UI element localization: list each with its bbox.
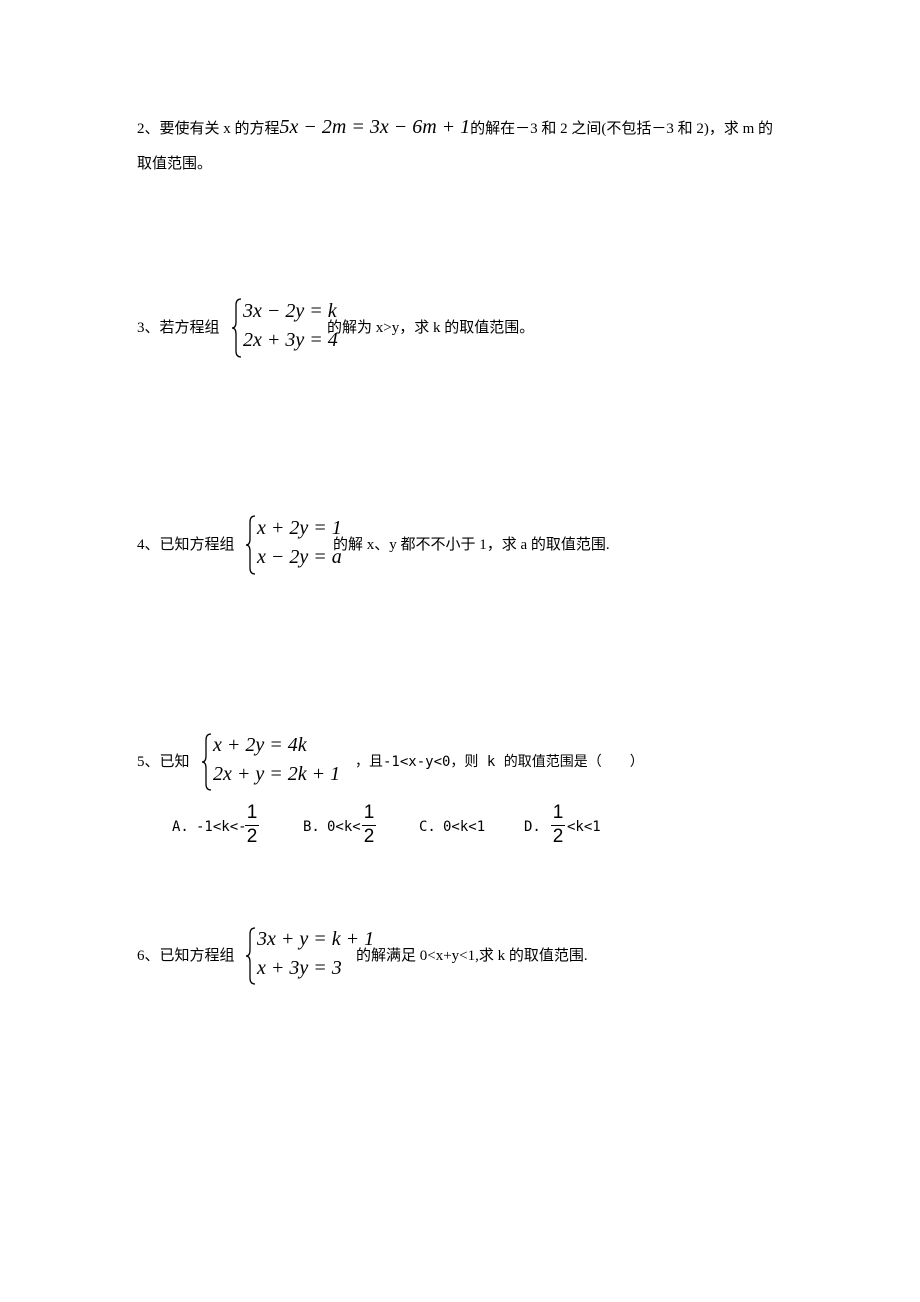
option-a-text: -1<k<-: [196, 819, 247, 835]
problem-6-prefix: 6、已知方程组: [137, 948, 235, 964]
system-equation-1: x + 2y = 4k: [213, 734, 307, 756]
left-brace-icon: [231, 298, 242, 358]
equation-text: 5x − 2m = 3x − 6m + 1: [279, 116, 471, 138]
problem-5-prefix: 5、已知: [137, 754, 190, 770]
problem-2-line-2-text: 取值范围。: [137, 156, 213, 172]
system-equation-2: x − 2y = a: [257, 546, 342, 568]
option-d-label: D.: [524, 819, 541, 835]
problem-2-prefix: 2、要使有关 x 的方程: [137, 121, 280, 137]
option-b-label: B.: [303, 819, 320, 835]
left-brace-icon: [245, 927, 256, 985]
problem-5-suffix: ，且-1<x-y<0，则 k 的取值范围是（ ）: [355, 754, 644, 770]
option-a-label: A.: [172, 819, 189, 835]
fraction-denominator: 2: [246, 826, 258, 847]
problem-2-suffix: 的解在－3 和 2 之间(不包括－3 和 2)，求 m 的: [470, 121, 774, 137]
system-equation-1: 3x − 2y = k: [243, 300, 337, 322]
problem-2-line-2: 取值范围。: [137, 154, 212, 174]
system-equation-2: 2x + y = 2k + 1: [213, 763, 341, 785]
problem-2-line-1: 2、要使有关 x 的方程5x − 2m = 3x − 6m + 1的解在－3 和…: [137, 117, 773, 139]
problem-5-options: A. -1<k<- 1 2 B. 0<k< 1 2 C. 0<k<1 D. 1 …: [172, 803, 632, 853]
problem-4-suffix: 的解 x、y 都不不小于 1，求 a 的取值范围.: [333, 537, 610, 553]
option-d-text: <k<1: [567, 819, 601, 835]
problem-6-suffix: 的解满足 0<x+y<1,求 k 的取值范围.: [356, 948, 588, 964]
system-equation-1: x + 2y = 1: [257, 517, 342, 539]
fraction-denominator: 2: [363, 826, 375, 847]
option-c-label: C.: [419, 819, 436, 835]
left-brace-icon: [245, 515, 256, 575]
fraction-numerator: 1: [246, 802, 258, 823]
system-equation-2: x + 3y = 3: [257, 957, 342, 979]
system-equation-2: 2x + 3y = 4: [243, 329, 338, 351]
problem-2-equation: 5x − 2m = 3x − 6m + 1: [280, 116, 471, 138]
fraction-numerator: 1: [363, 802, 375, 823]
problem-4-prefix: 4、已知方程组: [137, 537, 235, 553]
fraction-numerator: 1: [552, 802, 564, 823]
problem-3-suffix: 的解为 x>y，求 k 的取值范围。: [327, 320, 535, 336]
left-brace-icon: [201, 733, 212, 791]
fraction-denominator: 2: [552, 826, 564, 847]
option-b-text: 0<k<: [327, 819, 361, 835]
option-c-text: 0<k<1: [443, 819, 486, 835]
problem-3-prefix: 3、若方程组: [137, 320, 220, 336]
